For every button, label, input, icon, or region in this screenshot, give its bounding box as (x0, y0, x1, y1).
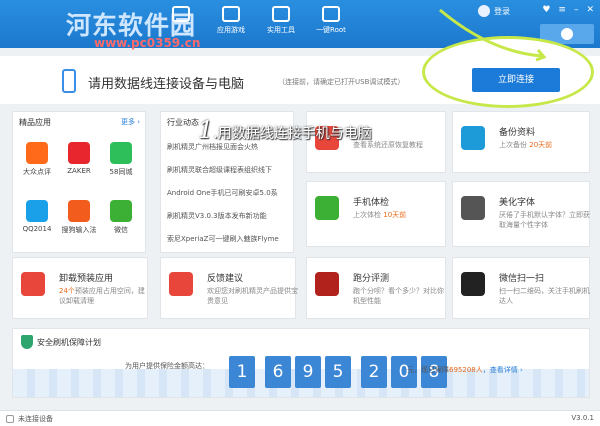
tile-feedback[interactable]: 反馈建议 欢迎您对刷机精灵产品提供宝贵意见 (160, 257, 298, 319)
tab-root[interactable]: 一键Root (306, 0, 356, 48)
news-item[interactable]: 刷机精灵联合超级课程表组织线下 (167, 165, 291, 175)
wechat-icon (110, 200, 132, 222)
font-icon (461, 196, 485, 220)
tile-backup[interactable]: 备份资料 上次备份 20天前 (452, 111, 590, 173)
tile-uninstall[interactable]: 卸载预装应用 24个预装应用占用空间，建议卸载清理 (12, 257, 148, 319)
device-icon (6, 415, 14, 423)
annotation-arrow (439, 8, 547, 62)
tile-benchmark[interactable]: 跑分评测 跑个分呗？看个多少？对比你机型性能 (306, 257, 446, 319)
app-sogou[interactable]: 搜狗输入法 (59, 200, 99, 235)
connect-now-button[interactable]: 立即连接 (472, 68, 560, 92)
tab-home[interactable] (156, 0, 206, 48)
trash-icon (21, 272, 45, 296)
app-58[interactable]: 58同城 (101, 142, 141, 177)
backup-icon (461, 126, 485, 150)
tools-icon (272, 6, 290, 22)
main-tabs: 应用游戏 实用工具 一键Root (156, 0, 356, 48)
dianping-icon (26, 142, 48, 164)
news-item[interactable]: 索尼XperiaZ可一键刷入魅族Flyme (167, 234, 291, 244)
checkup-icon (315, 196, 339, 220)
tab-tools[interactable]: 实用工具 (256, 0, 306, 48)
view-details-link[interactable]: ，查看详情 › (483, 366, 523, 374)
connect-hint[interactable]: （连接前，请确定已打开USB调试模式） (278, 77, 404, 87)
apps-icon (222, 6, 240, 22)
app-zaker[interactable]: ZAKER (59, 142, 99, 175)
tile-fonts[interactable]: 美化字体 厌倦了手机默认字体？立即获取海量个性字体 (452, 181, 590, 247)
app-wechat[interactable]: 微信 (101, 200, 141, 235)
step-annotation: 1.用数据线连接手机与电脑 (198, 116, 372, 144)
safety-panel: 安全刷机保障计划 为用户提供保险金额高达： 1 6 9 5 2 0 8 元，现已… (12, 328, 590, 398)
app-qq[interactable]: QQ2014 (17, 200, 57, 233)
root-icon (322, 6, 340, 22)
qq-icon (26, 200, 48, 222)
apps-more-link[interactable]: 更多 › (121, 117, 140, 127)
shield-icon (21, 335, 33, 349)
tab-apps[interactable]: 应用游戏 (206, 0, 256, 48)
apps-panel: 精品应用 更多 › 大众点评 ZAKER 58同城 QQ2014 搜狗输入法 微… (12, 111, 146, 253)
connect-title: 请用数据线连接设备与电脑 (88, 77, 245, 92)
home-icon (172, 6, 190, 22)
qrcode-icon (461, 272, 485, 296)
app-dianping[interactable]: 大众点评 (17, 142, 57, 177)
close-icon[interactable]: ✕ (586, 5, 594, 15)
feedback-icon (169, 272, 193, 296)
58-icon (110, 142, 132, 164)
sogou-icon (68, 200, 90, 222)
phone-icon (62, 69, 76, 93)
tile-checkup[interactable]: 手机体检 上次体检 10天前 (306, 181, 446, 247)
benchmark-icon (315, 272, 339, 296)
status-bar: 未连接设备 V3.0.1 (0, 410, 600, 426)
news-item[interactable]: 刷机精灵V3.0.3版本发布新功能 (167, 211, 291, 221)
news-item[interactable]: Android One手机已可刷安卓5.0系 (167, 188, 291, 198)
zaker-icon (68, 142, 90, 164)
tile-wechat-scan[interactable]: 微信扫一扫 扫一扫二维码，关注手机刷机达人 (452, 257, 590, 319)
